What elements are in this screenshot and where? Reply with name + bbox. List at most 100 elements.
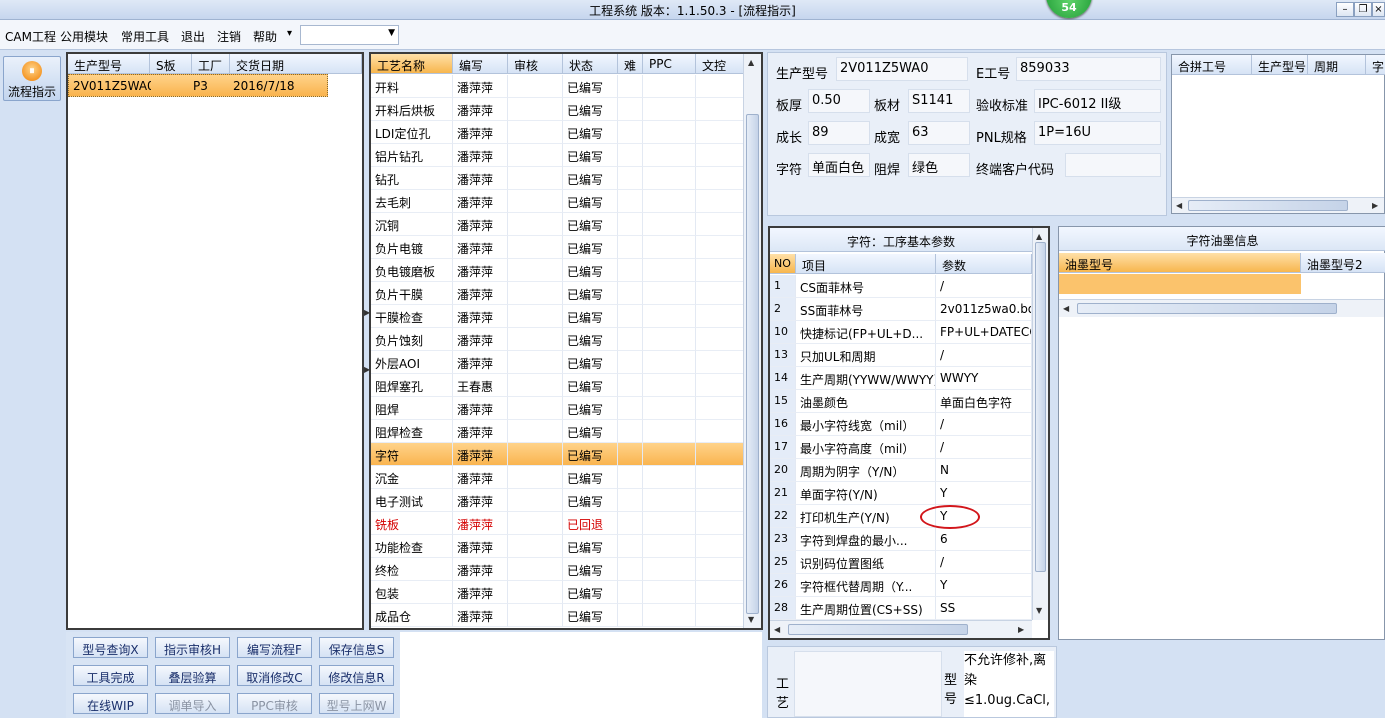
table-row[interactable]: 10快捷标记(FP+UL+D...FP+UL+DATECODE xyxy=(770,321,1032,344)
col-header[interactable]: 合拼工号 xyxy=(1172,55,1252,75)
col-header[interactable]: 文控 xyxy=(696,54,744,74)
col-header[interactable]: 生产型号 xyxy=(1252,55,1308,75)
field-model[interactable]: 2V011Z5WA0 xyxy=(836,57,968,81)
table-row[interactable]: 14 生产周期(YYWW/WWYY) WWYY xyxy=(770,367,1032,390)
process-scrollbar[interactable]: ▲ ▼ xyxy=(743,54,761,628)
table-row[interactable]: 1 CS面菲林号 / xyxy=(770,275,1032,298)
field-thickness[interactable]: 0.50 xyxy=(808,89,870,113)
import-button[interactable]: 调单导入 xyxy=(155,693,230,714)
table-row[interactable]: 负片干膜 潘萍萍 已编写 xyxy=(371,282,744,305)
col-header[interactable]: 工艺名称 xyxy=(371,54,453,74)
table-row[interactable]: 去毛刺 潘萍萍 已编写 xyxy=(371,190,744,213)
table-row[interactable]: 16 最小字符线宽（mil） / xyxy=(770,413,1032,436)
table-row[interactable]: 2V011Z5WA0 P3 2016/7/18 xyxy=(68,74,328,97)
scroll-up-icon[interactable]: ▲ xyxy=(1036,232,1042,241)
online-wip-button[interactable]: 在线WIP xyxy=(73,693,148,714)
scroll-thumb[interactable] xyxy=(1077,303,1337,314)
stack-calc-button[interactable]: 叠层验算 xyxy=(155,665,230,686)
field-mask[interactable]: 绿色 xyxy=(908,153,970,177)
table-row[interactable]: 终检 潘萍萍 已编写 xyxy=(371,558,744,581)
review-button[interactable]: 指示审核H xyxy=(155,637,230,658)
table-row[interactable]: 开料后烘板 潘萍萍 已编写 xyxy=(371,98,744,121)
menu-logout[interactable]: 注销 xyxy=(217,28,241,45)
scroll-thumb[interactable] xyxy=(1035,242,1046,572)
table-row[interactable]: 功能检查 潘萍萍 已编写 xyxy=(371,535,744,558)
process-text-box[interactable] xyxy=(794,651,942,717)
field-e-no[interactable]: 859033 xyxy=(1016,57,1161,81)
table-row[interactable]: 电子测试 潘萍萍 已编写 xyxy=(371,489,744,512)
flow-indicator-button[interactable]: ⏸ 流程指示 xyxy=(3,56,61,101)
col-header[interactable]: S板 xyxy=(150,54,192,74)
table-row[interactable]: 负电镀磨板 潘萍萍 已编写 xyxy=(371,259,744,282)
ppc-review-button[interactable]: PPC审核 xyxy=(237,693,312,714)
model-query-button[interactable]: 型号查询X xyxy=(73,637,148,658)
table-row[interactable]: 15 油墨颜色 单面白色字符 xyxy=(770,390,1032,413)
merge-hscroll[interactable]: ◀ ▶ xyxy=(1172,197,1384,213)
close-icon[interactable]: × xyxy=(1372,2,1385,17)
cancel-edit-button[interactable]: 取消修改C xyxy=(237,665,312,686)
table-row[interactable]: 阻焊塞孔 王春惠 已编写 xyxy=(371,374,744,397)
col-header[interactable]: NO xyxy=(770,254,796,274)
col-header[interactable]: 难 xyxy=(618,54,643,74)
col-header[interactable]: 字 xyxy=(1366,55,1385,75)
edit-flow-button[interactable]: 编写流程F xyxy=(237,637,312,658)
col-header[interactable]: 工厂 xyxy=(192,54,230,74)
col-header[interactable]: 审核 xyxy=(508,54,563,74)
col-header[interactable]: 状态 xyxy=(563,54,618,74)
scroll-left-icon[interactable]: ◀ xyxy=(1176,201,1182,210)
table-row[interactable]: 2 SS面菲林号 2v011z5wa0.bo xyxy=(770,298,1032,321)
table-row[interactable]: 外层AOI 潘萍萍 已编写 xyxy=(371,351,744,374)
menu-cam[interactable]: CAM工程 xyxy=(5,28,56,45)
field-customer[interactable] xyxy=(1065,153,1161,177)
table-row[interactable]: 开料 潘萍萍 已编写 xyxy=(371,75,744,98)
field-char[interactable]: 单面白色 xyxy=(808,153,870,177)
menu-tools[interactable]: 常用工具 xyxy=(121,28,169,45)
col-header[interactable]: PPC xyxy=(643,54,696,74)
table-row[interactable]: 字符 潘萍萍 已编写 xyxy=(371,443,744,466)
table-row[interactable]: 铝片钻孔 潘萍萍 已编写 xyxy=(371,144,744,167)
menu-common-module[interactable]: 公用模块 xyxy=(60,28,108,45)
table-row[interactable]: 20 周期为阴字（Y/N） N xyxy=(770,459,1032,482)
minimize-icon[interactable]: – xyxy=(1336,2,1354,17)
ink-row[interactable] xyxy=(1059,274,1301,294)
table-row[interactable]: 28 生产周期位置(CS+SS) SS xyxy=(770,597,1032,620)
col-header[interactable]: 参数 xyxy=(936,254,1032,274)
restore-icon[interactable]: ❐ xyxy=(1354,2,1372,17)
table-row[interactable]: 21 单面字符(Y/N) Y xyxy=(770,482,1032,505)
ink-hscroll[interactable]: ◀ xyxy=(1059,299,1384,317)
scroll-right-icon[interactable]: ▶ xyxy=(1018,625,1024,634)
table-row[interactable]: 13 只加UL和周期 / xyxy=(770,344,1032,367)
table-row[interactable]: 26 字符框代替周期（Y... Y xyxy=(770,574,1032,597)
table-row[interactable]: 22 打印机生产(Y/N) Y xyxy=(770,505,1032,528)
table-row[interactable]: 23 字符到焊盘的最小... 6 xyxy=(770,528,1032,551)
modify-info-button[interactable]: 修改信息R xyxy=(319,665,394,686)
table-row[interactable]: 17 最小字符高度（mil） / xyxy=(770,436,1032,459)
table-row[interactable]: 钻孔 潘萍萍 已编写 xyxy=(371,167,744,190)
save-info-button[interactable]: 保存信息S xyxy=(319,637,394,658)
menu-help[interactable]: 帮助 xyxy=(253,28,277,45)
table-row[interactable]: 阻焊 潘萍萍 已编写 xyxy=(371,397,744,420)
scroll-left-icon[interactable]: ◀ xyxy=(774,625,780,634)
table-row[interactable]: 负片蚀刻 潘萍萍 已编写 xyxy=(371,328,744,351)
field-pnl[interactable]: 1P=16U xyxy=(1034,121,1161,145)
col-header[interactable]: 交货日期 xyxy=(230,54,362,74)
field-width[interactable]: 63 xyxy=(908,121,970,145)
field-length[interactable]: 89 xyxy=(808,121,870,145)
table-row[interactable]: 25 识别码位置图纸 / xyxy=(770,551,1032,574)
scroll-down-icon[interactable]: ▼ xyxy=(748,615,754,624)
table-row[interactable]: 负片电镀 潘萍萍 已编写 xyxy=(371,236,744,259)
menu-dropdown-icon[interactable]: ▾ xyxy=(287,28,292,39)
table-row[interactable]: 成品仓 潘萍萍 已编写 xyxy=(371,604,744,627)
scroll-thumb[interactable] xyxy=(1188,200,1348,211)
toolbar-combo[interactable]: ▼ xyxy=(300,25,399,45)
table-row[interactable]: 沉金 潘萍萍 已编写 xyxy=(371,466,744,489)
table-row[interactable]: 铣板 潘萍萍 已回退 xyxy=(371,512,744,535)
field-standard[interactable]: IPC-6012 II级 xyxy=(1034,89,1161,113)
table-row[interactable]: 包装 潘萍萍 已编写 xyxy=(371,581,744,604)
col-header[interactable]: 油墨型号 xyxy=(1059,253,1301,273)
tool-finish-button[interactable]: 工具完成 xyxy=(73,665,148,686)
table-row[interactable]: 干膜检查 潘萍萍 已编写 xyxy=(371,305,744,328)
model-online-button[interactable]: 型号上网W xyxy=(319,693,394,714)
field-material[interactable]: S1141 xyxy=(908,89,970,113)
col-header[interactable]: 项目 xyxy=(796,254,936,274)
